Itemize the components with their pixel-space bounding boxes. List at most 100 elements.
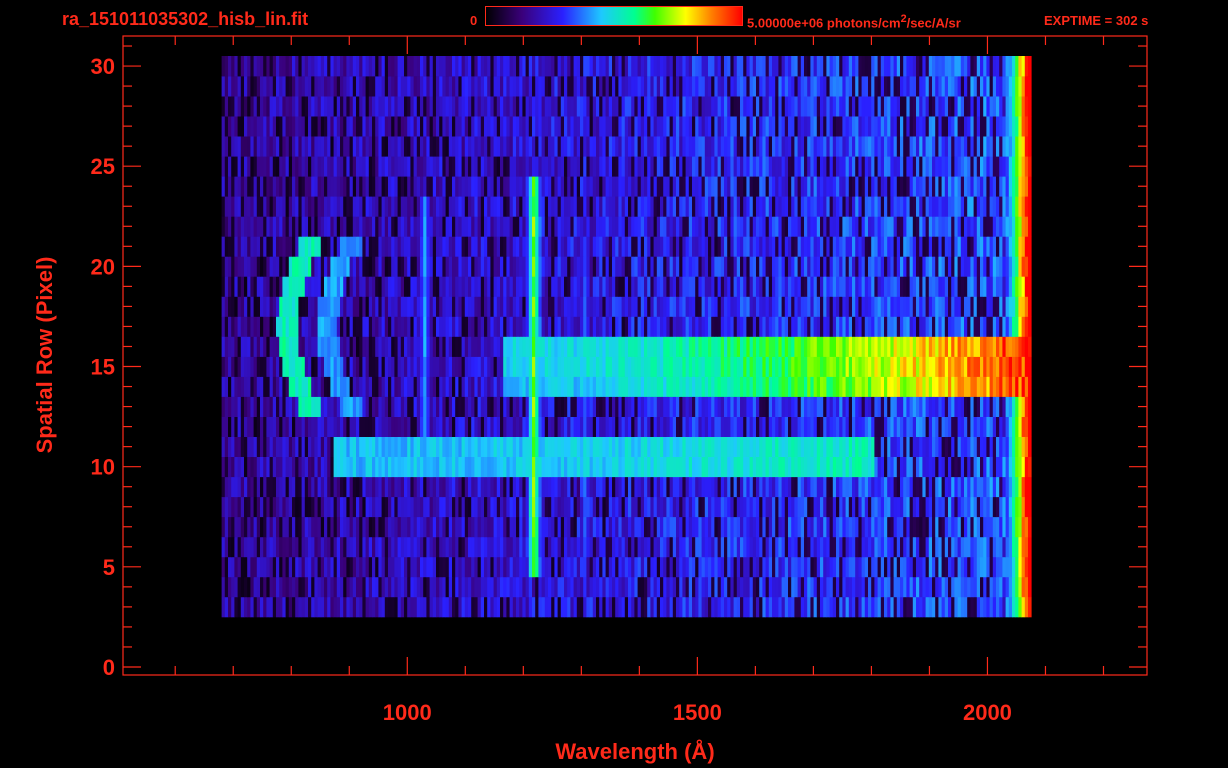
heatmap-cell	[756, 476, 760, 498]
heatmap-cell	[384, 276, 389, 297]
heatmap-cell	[660, 596, 664, 618]
heatmap-cell	[784, 536, 789, 558]
heatmap-cell	[781, 356, 786, 377]
heatmap-cell	[487, 436, 491, 457]
heatmap-cell	[544, 456, 549, 478]
heatmap-cell	[474, 376, 478, 397]
heatmap-cell	[490, 476, 494, 498]
heatmap-cell	[439, 436, 443, 457]
heatmap-cell	[468, 396, 472, 417]
heatmap-cell	[906, 436, 910, 457]
heatmap-cell	[247, 596, 251, 618]
heatmap-cell	[436, 476, 440, 498]
heatmap-cell	[500, 416, 504, 437]
heatmap-cell	[292, 276, 296, 297]
heatmap-cell	[538, 516, 542, 538]
heatmap-cell	[823, 596, 827, 618]
heatmap-cell	[429, 276, 434, 297]
heatmap-cell	[304, 476, 309, 498]
heatmap-cell	[724, 316, 728, 337]
heatmap-cell	[352, 236, 357, 257]
heatmap-cell	[253, 516, 258, 538]
heatmap-cell	[973, 236, 978, 257]
heatmap-cell	[628, 296, 632, 317]
heatmap-cell	[848, 336, 853, 357]
heatmap-cell	[464, 236, 469, 257]
heatmap-cell	[820, 396, 824, 417]
heatmap-cell	[452, 396, 456, 417]
heatmap-cell	[336, 576, 341, 598]
heatmap-cell	[375, 576, 379, 598]
heatmap-cell	[480, 216, 485, 237]
heatmap-cell	[1021, 396, 1026, 417]
heatmap-cell	[336, 316, 341, 337]
heatmap-cell	[624, 436, 629, 457]
heatmap-cell	[775, 356, 779, 377]
heatmap-cell	[224, 596, 229, 618]
heatmap-cell	[685, 536, 690, 558]
heatmap-cell	[340, 496, 344, 518]
heatmap-cell	[493, 256, 498, 277]
heatmap-cell	[948, 516, 952, 538]
heatmap-cell	[644, 436, 648, 457]
heatmap-cell	[458, 596, 462, 618]
heatmap-cell	[608, 476, 613, 498]
heatmap-cell	[941, 456, 946, 478]
heatmap-cell	[746, 496, 750, 518]
heatmap-cell	[426, 376, 430, 397]
heatmap-cell	[736, 376, 741, 397]
heatmap-cell	[413, 376, 418, 397]
heatmap-cell	[970, 316, 974, 337]
heatmap-cell	[669, 496, 674, 518]
heatmap-cell	[500, 276, 504, 297]
heatmap-cell	[829, 276, 834, 297]
heatmap-cell	[896, 496, 901, 518]
heatmap-cell	[791, 296, 795, 317]
heatmap-cell	[429, 596, 434, 618]
heatmap-cell	[724, 336, 728, 357]
heatmap-cell	[528, 376, 533, 397]
heatmap-cell	[295, 216, 299, 237]
heatmap-cell	[925, 556, 930, 578]
heatmap-cell	[736, 436, 741, 457]
heatmap-cell	[650, 536, 654, 558]
heatmap-cell	[695, 536, 699, 558]
heatmap-cell	[714, 476, 718, 498]
heatmap-cell	[266, 276, 270, 297]
heatmap-cell	[976, 476, 981, 498]
heatmap-cell	[496, 516, 501, 538]
heatmap-cell	[996, 316, 1000, 337]
heatmap-cell	[858, 356, 862, 377]
heatmap-cell	[688, 236, 693, 257]
heatmap-cell	[292, 396, 296, 417]
heatmap-cell	[720, 476, 725, 498]
heatmap-cell	[560, 316, 565, 337]
heatmap-cell	[836, 416, 840, 437]
heatmap-cell	[973, 296, 978, 317]
heatmap-cell	[701, 496, 706, 518]
heatmap-cell	[730, 476, 734, 498]
heatmap-cell	[429, 516, 434, 538]
heatmap-cell	[925, 456, 930, 478]
heatmap-cell	[928, 376, 933, 397]
heatmap-cell	[356, 216, 360, 237]
heatmap-cell	[304, 236, 309, 257]
heatmap-cell	[781, 396, 786, 417]
heatmap-cell	[544, 416, 549, 437]
heatmap-cell	[938, 336, 942, 357]
heatmap-cell	[951, 336, 955, 357]
heatmap-cell	[397, 296, 402, 317]
heatmap-cell	[679, 216, 683, 237]
heatmap-cell	[260, 496, 264, 518]
heatmap-cell	[567, 216, 571, 237]
heatmap-cell	[922, 496, 926, 518]
heatmap-cell	[436, 216, 440, 237]
heatmap-cell	[599, 536, 603, 558]
heatmap-cell	[314, 336, 318, 357]
heatmap-cell	[426, 356, 430, 377]
heatmap-cell	[861, 436, 866, 457]
heatmap-cell	[896, 256, 901, 277]
heatmap-cell	[884, 396, 888, 417]
heatmap-cell	[829, 236, 834, 257]
heatmap-cell	[685, 296, 690, 317]
